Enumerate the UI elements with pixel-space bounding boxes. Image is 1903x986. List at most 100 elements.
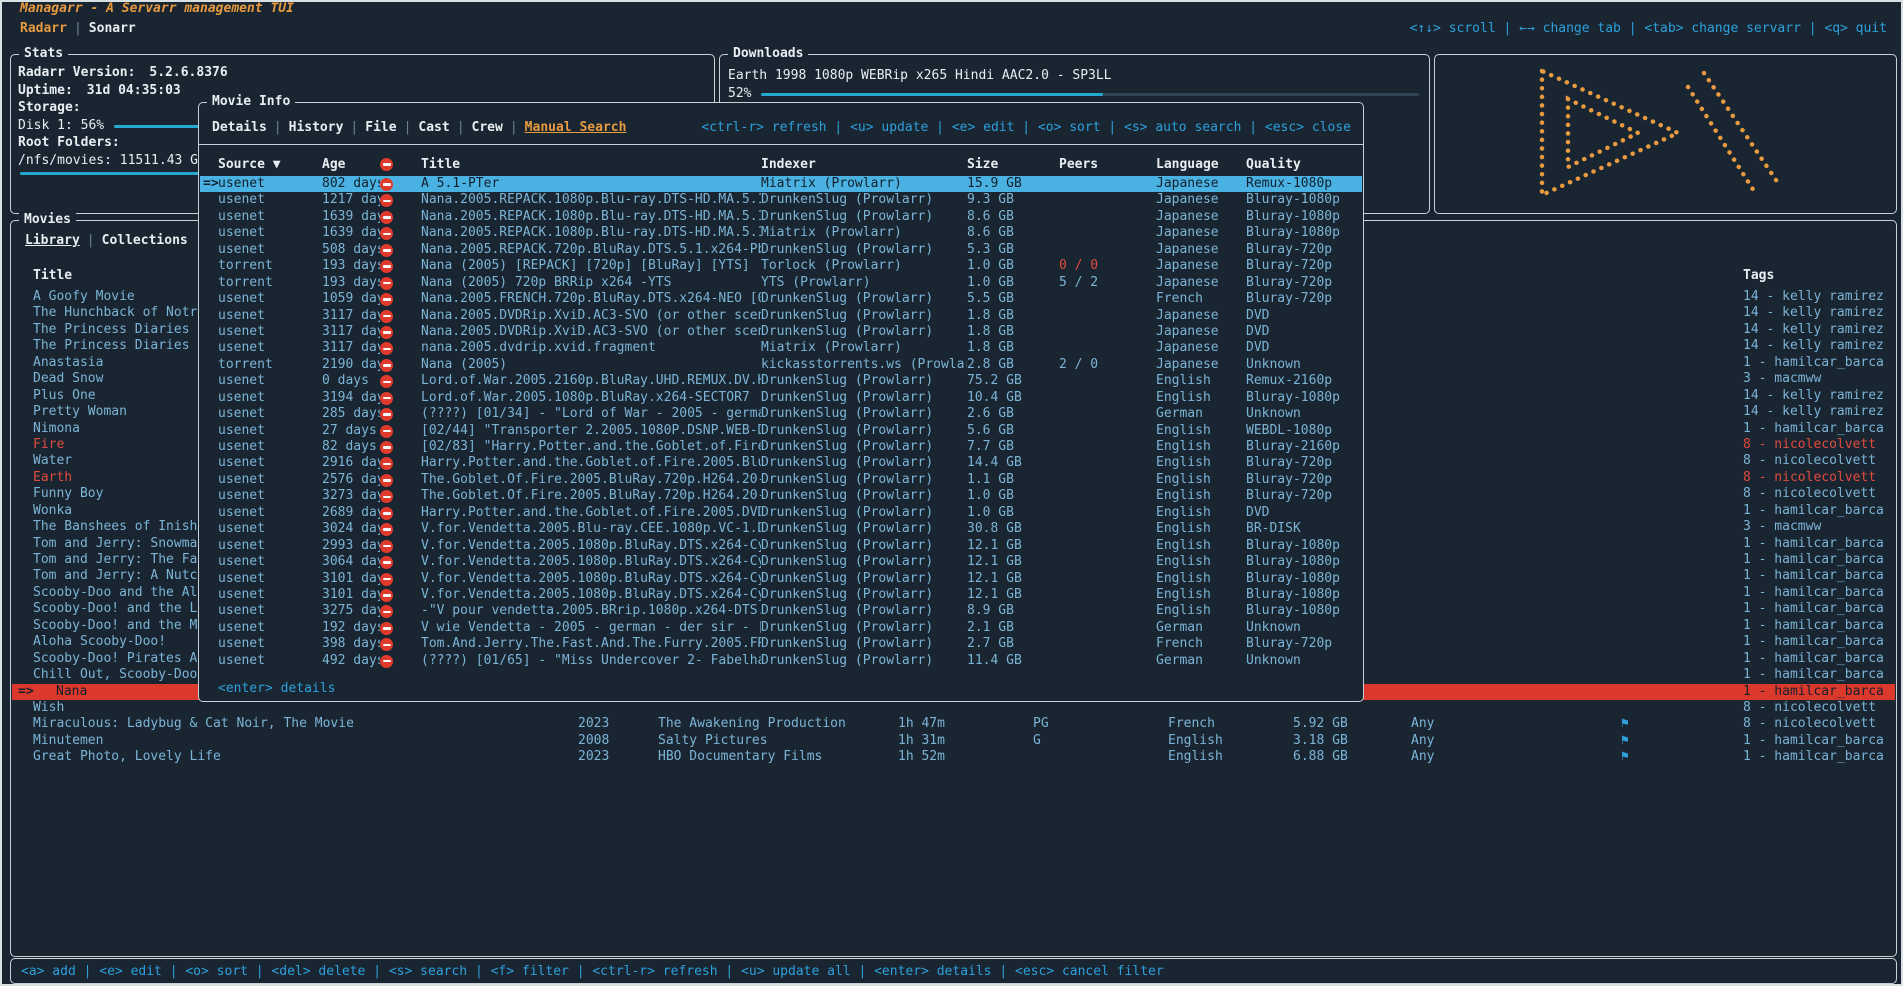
- movie-tags: 1 - hamilcar_barca: [1743, 634, 1895, 650]
- rejection-icon: [380, 178, 393, 191]
- search-result-row[interactable]: usenet 2993 days V.for.Vendetta.2005.108…: [200, 538, 1362, 554]
- release-source: usenet: [218, 636, 322, 652]
- search-result-row[interactable]: torrent 193 days Nana (2005) 720p BRRip …: [200, 275, 1362, 291]
- release-quality: Bluray-720p: [1246, 275, 1362, 291]
- movie-tags: 1 - hamilcar_barca: [1743, 618, 1895, 634]
- release-age: 1217 days: [322, 192, 380, 208]
- movie-title: Minutemen: [33, 733, 578, 749]
- search-result-row[interactable]: usenet 2916 days Harry.Potter.and.the.Go…: [200, 455, 1362, 471]
- bottom-keybinds: <a> add | <e> edit | <o> sort | <del> de…: [21, 964, 1164, 979]
- search-result-row[interactable]: usenet 398 days Tom.And.Jerry.The.Fast.A…: [200, 636, 1362, 652]
- column-source[interactable]: Source ▼: [218, 156, 322, 174]
- tab-sonarr[interactable]: Sonarr: [89, 21, 136, 36]
- tab-separator: |: [457, 120, 465, 135]
- release-quality: Unknown: [1246, 653, 1362, 669]
- search-result-row[interactable]: usenet 508 days Nana.2005.REPACK.720p.Bl…: [200, 242, 1362, 258]
- release-source: usenet: [218, 472, 322, 488]
- rejection-icon: [380, 655, 393, 668]
- search-result-row[interactable]: usenet 492 days (????) [01/65] - "Miss U…: [200, 653, 1362, 669]
- search-result-row[interactable]: usenet 3101 days V.for.Vendetta.2005.108…: [200, 571, 1362, 587]
- tab-separator: |: [274, 120, 282, 135]
- search-result-row[interactable]: usenet 3064 days V.for.Vendetta.2005.108…: [200, 554, 1362, 570]
- rejection-icon: [380, 408, 393, 421]
- search-result-row[interactable]: usenet 3101 days V.for.Vendetta.2005.108…: [200, 587, 1362, 603]
- release-rejected: [380, 357, 421, 373]
- search-result-row[interactable]: usenet 3117 days nana.2005.dvdrip.xvid.f…: [200, 340, 1362, 356]
- release-quality: WEBDL-1080p: [1246, 423, 1362, 439]
- search-results-table: => usenet 802 days A 5.1-PTer Miatrix (P…: [200, 176, 1362, 669]
- tab-crew[interactable]: Crew: [472, 120, 503, 135]
- movie-min-availability: Any: [1411, 733, 1621, 749]
- movie-min-availability: [1411, 322, 1621, 338]
- release-quality: Bluray-1080p: [1246, 192, 1362, 208]
- search-result-row[interactable]: torrent 193 days Nana (2005) [REPACK] [7…: [200, 258, 1362, 274]
- movie-min-availability: [1411, 486, 1621, 502]
- tab-details[interactable]: Details: [212, 120, 267, 135]
- movie-row[interactable]: Minutemen 2008 Salty Pictures 1h 31m G E…: [12, 733, 1895, 749]
- release-language: French: [1156, 291, 1246, 307]
- search-result-row[interactable]: usenet 3117 days Nana.2005.DVDRip.XviD.A…: [200, 308, 1362, 324]
- tag-icon: [1621, 355, 1743, 371]
- release-source: usenet: [218, 406, 322, 422]
- rejection-icon: [380, 573, 393, 586]
- release-title: Nana.2005.DVDRip.XviD.AC3-SVO (or other …: [421, 308, 761, 324]
- tabs-divider: [199, 144, 1363, 145]
- column-age: Age: [322, 156, 380, 174]
- movie-row[interactable]: Miraculous: Ladybug & Cat Noir, The Movi…: [12, 716, 1895, 732]
- search-result-row[interactable]: usenet 3117 days Nana.2005.DVDRip.XviD.A…: [200, 324, 1362, 340]
- tab-cast[interactable]: Cast: [418, 120, 449, 135]
- tab-collections[interactable]: Collections: [102, 233, 188, 248]
- tab-library[interactable]: Library: [25, 233, 80, 248]
- release-title: V.for.Vendetta.2005.1080p.BluRay.DTS.x26…: [421, 587, 761, 603]
- release-source: usenet: [218, 521, 322, 537]
- tab-file[interactable]: File: [365, 120, 396, 135]
- search-result-row[interactable]: usenet 2576 days The.Goblet.Of.Fire.2005…: [200, 472, 1362, 488]
- search-result-row[interactable]: usenet 192 days V wie Vendetta - 2005 - …: [200, 620, 1362, 636]
- search-result-row[interactable]: usenet 1639 days Nana.2005.REPACK.1080p.…: [200, 225, 1362, 241]
- release-quality: Bluray-720p: [1246, 258, 1362, 274]
- tab-history[interactable]: History: [289, 120, 344, 135]
- tab-radarr[interactable]: Radarr: [20, 21, 67, 36]
- search-result-row[interactable]: usenet 1217 days Nana.2005.REPACK.1080p.…: [200, 192, 1362, 208]
- tag-icon: [1621, 404, 1743, 420]
- search-result-row[interactable]: usenet 285 days (????) [01/34] - "Lord o…: [200, 406, 1362, 422]
- search-result-row[interactable]: usenet 1059 days Nana.2005.FRENCH.720p.B…: [200, 291, 1362, 307]
- rejection-icon: [380, 158, 393, 171]
- movie-info-footer-keybinds: <enter> details: [218, 680, 335, 697]
- column-language: Language: [1156, 156, 1246, 174]
- release-size: 1.0 GB: [967, 488, 1059, 504]
- version-value: 5.2.6.8376: [149, 64, 227, 82]
- release-rejected: [380, 340, 421, 356]
- release-indexer: DrunkenSlug (Prowlarr): [761, 373, 967, 389]
- release-size: 30.8 GB: [967, 521, 1059, 537]
- search-result-row[interactable]: usenet 3024 days V.for.Vendetta.2005.Blu…: [200, 521, 1362, 537]
- release-title: Nana (2005): [421, 357, 761, 373]
- release-age: 398 days: [322, 636, 380, 652]
- search-result-row[interactable]: => usenet 802 days A 5.1-PTer Miatrix (P…: [200, 176, 1362, 192]
- search-result-row[interactable]: usenet 3194 days Lord.of.War.2005.1080p.…: [200, 390, 1362, 406]
- release-language: English: [1156, 373, 1246, 389]
- movie-row[interactable]: Great Photo, Lovely Life 2023 HBO Docume…: [12, 749, 1895, 765]
- search-result-row[interactable]: usenet 1639 days Nana.2005.REPACK.1080p.…: [200, 209, 1362, 225]
- movie-min-availability: [1411, 634, 1621, 650]
- release-age: 3064 days: [322, 554, 380, 570]
- search-result-row[interactable]: usenet 82 days [02/83] "Harry.Potter.and…: [200, 439, 1362, 455]
- movie-row[interactable]: Wish 8 - nicolecolvett: [12, 700, 1895, 716]
- search-result-row[interactable]: usenet 2689 days Harry.Potter.and.the.Go…: [200, 505, 1362, 521]
- search-result-row[interactable]: usenet 0 days Lord.of.War.2005.2160p.Blu…: [200, 373, 1362, 389]
- release-title: The.Goblet.Of.Fire.2005.BluRay.720p.H264…: [421, 488, 761, 504]
- search-result-row[interactable]: torrent 2190 days Nana (2005) kickasstor…: [200, 357, 1362, 373]
- search-result-row[interactable]: usenet 3273 days The.Goblet.Of.Fire.2005…: [200, 488, 1362, 504]
- release-source: usenet: [218, 225, 322, 241]
- version-label: Radarr Version:: [18, 64, 135, 82]
- release-age: 3117 days: [322, 340, 380, 356]
- movie-tags: 1 - hamilcar_barca: [1743, 749, 1895, 765]
- rejection-icon: [380, 277, 393, 290]
- search-result-row[interactable]: usenet 3275 days -"V pour vendetta.2005.…: [200, 603, 1362, 619]
- tab-manual-search[interactable]: Manual Search: [525, 120, 627, 135]
- tag-icon: [1621, 289, 1743, 305]
- release-quality: Bluray-1080p: [1246, 538, 1362, 554]
- release-language: English: [1156, 587, 1246, 603]
- search-result-row[interactable]: usenet 27 days [02/44] "Transporter 2.20…: [200, 423, 1362, 439]
- column-indexer: Indexer: [761, 156, 967, 174]
